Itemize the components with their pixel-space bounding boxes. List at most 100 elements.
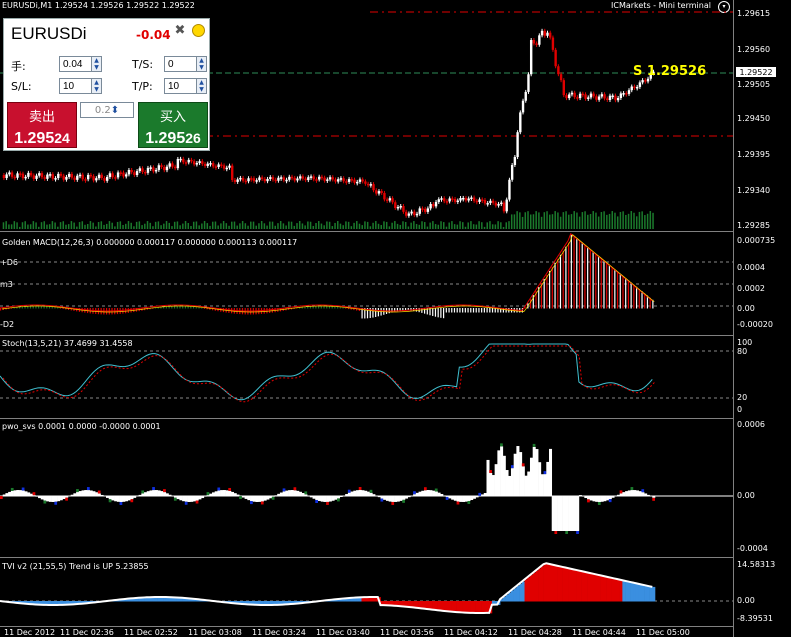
buy-button[interactable]: 买入 1.29526 <box>138 102 208 148</box>
stoch-chart[interactable] <box>0 336 733 418</box>
tvi-bar <box>462 601 466 613</box>
macd-bar <box>633 284 635 309</box>
lot-step-input[interactable]: 0.2⬍ <box>80 102 134 118</box>
candle-body <box>597 96 601 100</box>
pwo-bar <box>529 457 533 496</box>
candle-body <box>328 177 332 180</box>
chart-window[interactable]: EURUSDi,M1 1.29524 1.29526 1.29522 1.295… <box>0 0 791 637</box>
candle-body <box>513 157 517 166</box>
volume-bar <box>201 223 203 229</box>
macd-bar <box>483 308 485 313</box>
volume-bar <box>222 221 225 229</box>
pwo-edge <box>652 497 655 501</box>
axis-tick-label: -0.0004 <box>737 544 768 553</box>
macd-bar <box>130 308 132 313</box>
candle-body <box>399 206 402 208</box>
volume-bar <box>570 214 573 229</box>
tvi-chart[interactable] <box>0 558 733 626</box>
tvi-bar <box>641 584 645 602</box>
macd-chart[interactable] <box>0 232 733 335</box>
tvi-bar <box>627 581 631 602</box>
yellow-circle-icon[interactable] <box>190 23 206 39</box>
candle-body <box>472 197 476 201</box>
pwo-bar <box>184 496 188 502</box>
volume-bar <box>532 214 535 229</box>
sl-spinner[interactable]: ▲ ▼ <box>91 78 102 94</box>
volume-bar <box>138 221 141 229</box>
candle-body <box>581 93 585 96</box>
pwo-bar <box>385 496 389 501</box>
pwo-bar <box>78 491 82 496</box>
time-tick-label: 11 Dec 2012 <box>4 628 56 637</box>
pwo-bar <box>95 492 99 496</box>
macd-bar <box>35 306 37 309</box>
candle-body <box>81 174 84 180</box>
candle-body <box>331 177 334 180</box>
pwo-bar <box>168 494 172 496</box>
tvi-bar <box>565 567 569 602</box>
volume-bar <box>48 224 51 229</box>
macd-bar <box>432 308 434 316</box>
pwo-bar <box>13 490 17 496</box>
macd-bar <box>203 308 206 309</box>
volume-bar <box>483 226 486 229</box>
time-tick-label: 11 Dec 05:00 <box>636 628 690 637</box>
tvi-bar <box>443 601 447 612</box>
volume-bar <box>165 221 168 229</box>
volume-bar <box>19 226 21 229</box>
volume-bar <box>559 216 562 229</box>
candle-body <box>27 172 30 177</box>
pwo-bar <box>163 492 167 496</box>
macd-bar <box>589 249 591 309</box>
volume-bar <box>288 221 290 229</box>
macd-bar <box>549 270 551 309</box>
volume-bar <box>266 225 268 229</box>
pwo-bar <box>277 493 281 496</box>
volume-bar <box>176 221 179 229</box>
pwo-bar <box>524 475 528 496</box>
candle-body <box>73 177 76 180</box>
macd-bar <box>445 308 447 313</box>
sl-label: S/L: <box>11 80 32 93</box>
volume-bar <box>358 223 361 229</box>
volume-bar <box>529 214 532 229</box>
volume-bar <box>573 211 575 229</box>
tvi-bar <box>622 580 626 602</box>
pwo-bar <box>326 496 330 502</box>
pwo-chart[interactable] <box>0 419 733 557</box>
pwo-bar <box>366 491 370 496</box>
volume-bar <box>168 222 171 229</box>
candle-body <box>160 165 163 167</box>
candle-body <box>70 173 74 178</box>
candle-body <box>635 86 639 89</box>
volume-bar <box>70 221 73 229</box>
volume-bar <box>535 211 537 229</box>
buy-price: 1.29526 <box>145 130 201 147</box>
candle-body <box>296 178 299 181</box>
pwo-edge <box>217 487 221 491</box>
pwo-bar <box>364 490 368 496</box>
axis-tick-label: 100 <box>737 338 753 347</box>
lot-spinner[interactable]: ▲ ▼ <box>91 56 102 72</box>
candle-body <box>440 198 443 200</box>
pwo-bar <box>443 495 447 496</box>
tp-spinner[interactable]: ▲ ▼ <box>196 78 207 94</box>
pwo-bar <box>622 492 626 496</box>
pwo-bar <box>173 496 177 498</box>
volume-bar <box>557 212 559 229</box>
volume-bar <box>157 221 160 229</box>
pwo-bar <box>440 493 444 496</box>
one-click-trading-panel[interactable]: EURUSDi -0.04 ✖ 手: 0.04 ▲ ▼ T/S: 0 ▲ ▼ S/L… <box>3 18 210 151</box>
candle-body <box>154 169 158 172</box>
volume-bar <box>252 221 255 229</box>
volume-bar <box>65 224 67 229</box>
pwo-edge <box>641 489 645 493</box>
sell-button[interactable]: 卖出 1.29524 <box>7 102 77 148</box>
pwo-bar <box>597 496 601 502</box>
macd-bar <box>584 245 586 309</box>
pwo-bar <box>584 496 588 499</box>
ts-spinner[interactable]: ▲ ▼ <box>196 56 207 72</box>
pwo-bar <box>342 495 346 496</box>
tvi-bar <box>532 572 536 602</box>
crossed-tools-icon[interactable]: ✖ <box>172 23 188 39</box>
